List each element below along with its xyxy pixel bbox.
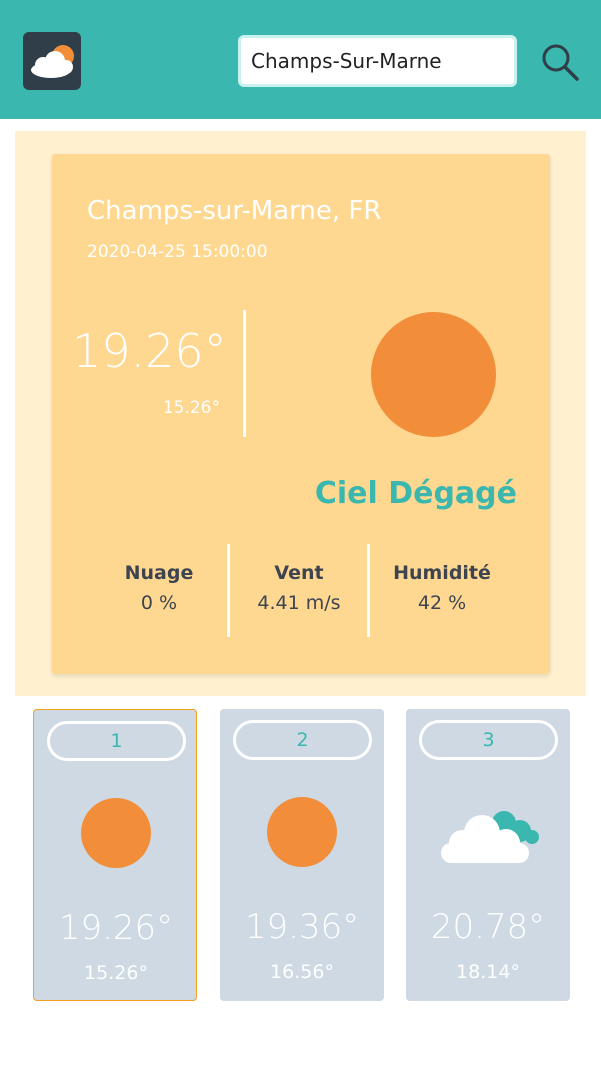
stat-value: 0 % (140, 592, 178, 614)
search-input[interactable] (238, 35, 517, 87)
day-pill: 2 (233, 720, 372, 760)
sun-icon (371, 312, 496, 437)
sun-icon (81, 798, 151, 868)
forecast-min-temperature: 18.14° (456, 961, 520, 983)
forecast-temperature: 19.26° (58, 908, 174, 948)
search-icon[interactable] (538, 40, 582, 84)
current-min-temperature: 15.26° (162, 398, 220, 418)
day-pill: 1 (47, 721, 186, 761)
stat-divider (367, 544, 370, 637)
forecast-card-day-1[interactable]: 1 19.26° 15.26° (33, 709, 197, 1001)
stat-value: 4.41 m/s (257, 592, 341, 614)
forecast-min-temperature: 16.56° (270, 961, 334, 983)
weather-description: Ciel Dégagé (314, 476, 517, 511)
forecast-temperature: 19.36° (244, 907, 360, 947)
stat-value: 42 % (417, 592, 467, 614)
current-weather-card: Champs-sur-Marne, FR 2020-04-25 15:00:00… (52, 154, 550, 674)
datetime: 2020-04-25 15:00:00 (87, 242, 268, 262)
stat-label: Nuage (124, 562, 194, 584)
stat-wind: Vent 4.41 m/s (229, 562, 369, 614)
forecast-card-day-3[interactable]: 3 20.78° 18.14° (406, 709, 570, 1001)
city-name: Champs-sur-Marne, FR (87, 196, 382, 226)
sun-cloud-icon[interactable] (23, 32, 81, 90)
stat-label: Vent (274, 562, 324, 584)
stat-cloud: Nuage 0 % (89, 562, 229, 614)
day-pill: 3 (419, 720, 558, 760)
forecast-card-day-2[interactable]: 2 19.36° 16.56° (220, 709, 384, 1001)
cloud-icon (436, 799, 540, 869)
stat-label: Humidité (393, 562, 491, 584)
stat-humidity: Humidité 42 % (372, 562, 512, 614)
forecast-min-temperature: 15.26° (84, 962, 148, 984)
forecast-temperature: 20.78° (430, 907, 546, 947)
current-temperature: 19.26° (72, 324, 227, 378)
sun-icon (267, 797, 337, 867)
temp-divider (243, 310, 246, 437)
app-header (0, 0, 601, 119)
